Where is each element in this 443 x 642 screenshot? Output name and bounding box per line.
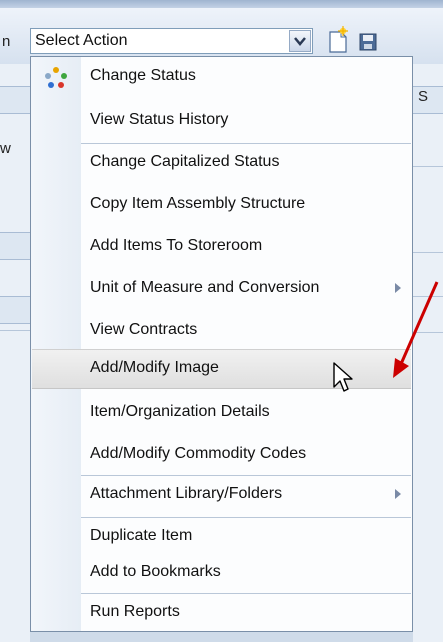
menu-item-view-contracts[interactable]: View Contracts (32, 313, 411, 349)
menu-item-view-status-history[interactable]: View Status History (32, 103, 411, 139)
menu-item-duplicate-item[interactable]: Duplicate Item (32, 519, 411, 555)
menu-separator (81, 143, 411, 144)
menu-item-run-reports[interactable]: Run Reports (32, 595, 411, 631)
action-select-value: Select Action (35, 32, 128, 49)
change-status-icon (45, 67, 67, 88)
chevron-down-icon (294, 37, 306, 46)
action-select[interactable]: Select Action (30, 28, 313, 54)
background-divider (0, 330, 30, 331)
background-text-fragment: w (0, 140, 11, 157)
background-divider (413, 252, 443, 253)
background-row (0, 232, 30, 260)
menu-item-label: Add Items To Storeroom (90, 237, 263, 254)
action-select-dropdown-button[interactable] (289, 30, 311, 52)
menu-item-label: View Status History (90, 111, 229, 128)
menu-item-attachment-library-folders[interactable]: Attachment Library/Folders (32, 477, 411, 513)
menu-item-change-capitalized-status[interactable]: Change Capitalized Status (32, 145, 411, 181)
menu-item-copy-item-assembly-structure[interactable]: Copy Item Assembly Structure (32, 187, 411, 223)
menu-item-add-modify-commodity-codes[interactable]: Add/Modify Commodity Codes (32, 437, 411, 473)
menu-item-label: Add/Modify Commodity Codes (90, 445, 307, 462)
background-row (0, 86, 30, 114)
background-text-fragment: n (2, 33, 11, 50)
action-menu: Change Status View Status History Change… (30, 56, 413, 632)
menu-item-label: Unit of Measure and Conversion (90, 279, 320, 296)
menu-item-change-status[interactable]: Change Status (32, 59, 411, 95)
background-divider (413, 166, 443, 167)
menu-item-label: Duplicate Item (90, 527, 193, 544)
annotation-arrow-icon (393, 281, 439, 378)
menu-item-label: Copy Item Assembly Structure (90, 195, 306, 212)
save-icon[interactable] (356, 26, 380, 54)
menu-item-label: Run Reports (90, 603, 180, 620)
submenu-arrow-icon (395, 489, 401, 499)
menu-item-label: Item/Organization Details (90, 403, 270, 420)
menu-item-item-organization-details[interactable]: Item/Organization Details (32, 395, 411, 431)
menu-item-label: Add/Modify Image (90, 359, 219, 376)
menu-separator (81, 517, 411, 518)
menu-item-add-to-bookmarks[interactable]: Add to Bookmarks (32, 555, 411, 591)
menu-item-add-items-to-storeroom[interactable]: Add Items To Storeroom (32, 229, 411, 265)
menu-separator (81, 475, 411, 476)
menu-item-label: Add to Bookmarks (90, 563, 221, 580)
background-text-fragment: S (418, 88, 429, 105)
menu-item-label: View Contracts (90, 321, 198, 338)
menu-item-label: Attachment Library/Folders (90, 485, 283, 502)
menu-item-label: Change Capitalized Status (90, 153, 280, 170)
menu-item-unit-of-measure-and-conversion[interactable]: Unit of Measure and Conversion (32, 271, 411, 307)
menu-separator (81, 593, 411, 594)
menu-item-label: Change Status (90, 67, 196, 84)
window-top-strip (0, 0, 443, 8)
mouse-pointer-icon (333, 362, 353, 392)
background-row (0, 296, 30, 324)
new-document-icon[interactable] (326, 26, 350, 54)
